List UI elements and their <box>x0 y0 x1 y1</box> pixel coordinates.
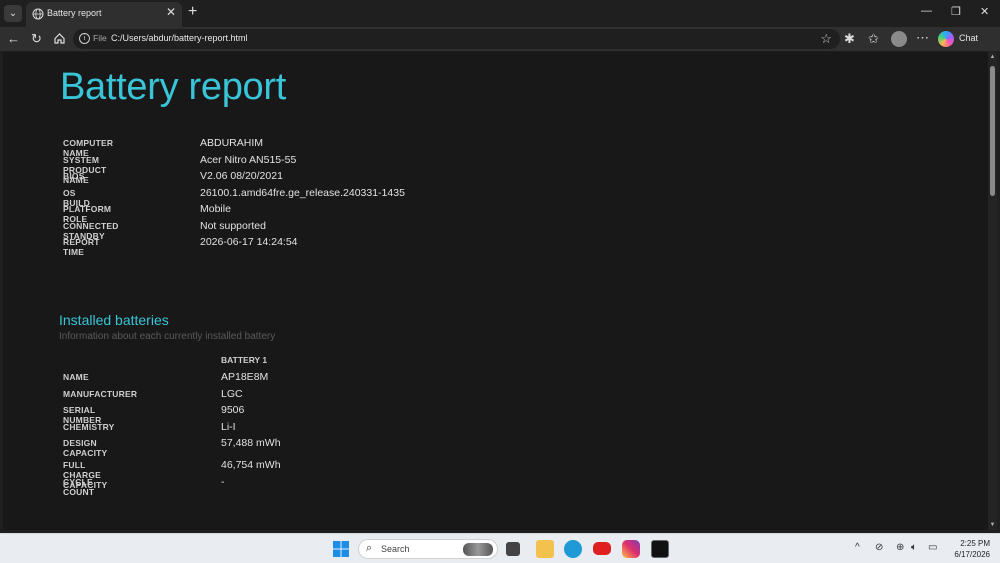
taskbar: ⌕ Search ^ ⊘ ⊕ 🔈︎ ▭ 2:25 PM 6/17/2026 <box>0 533 1000 563</box>
windows-start-icon[interactable] <box>332 540 350 558</box>
address-scheme-label: File <box>93 33 107 43</box>
search-placeholder: Search <box>381 544 410 554</box>
new-tab-icon[interactable]: + <box>188 3 197 21</box>
installed-batteries-heading: Installed batteries <box>59 312 169 328</box>
battery-info-value: Li-I <box>221 420 236 433</box>
system-info-value: Acer Nitro AN515-55 <box>200 153 297 166</box>
copilot-icon <box>938 31 954 47</box>
task-view-icon[interactable] <box>506 542 520 556</box>
system-info-value: 26100.1.amd64fre.ge_release.240331-1435 <box>200 186 405 199</box>
system-info-value: V2.06 08/20/2021 <box>200 170 283 182</box>
extensions-icon[interactable]: ✱ <box>844 31 855 47</box>
scroll-down-icon[interactable]: ▼ <box>988 522 997 528</box>
battery-info-value: 9506 <box>221 404 245 416</box>
system-info-value: Mobile <box>200 203 231 215</box>
battery-info-value: AP18E8M <box>221 371 269 383</box>
tab-battery-report[interactable]: Battery report ✕ <box>26 2 182 27</box>
profile-avatar[interactable] <box>891 31 907 47</box>
volume-icon[interactable]: 🔈︎ <box>911 542 917 553</box>
refresh-icon[interactable]: ↻ <box>31 31 42 47</box>
language-globe-icon[interactable]: ⊕ <box>896 542 904 553</box>
battery-info-value: LGC <box>221 387 243 400</box>
youtube-icon[interactable] <box>593 542 611 555</box>
tab-actions-menu-icon[interactable]: ⌄ <box>4 5 22 22</box>
more-menu-icon[interactable]: ⋯ <box>916 30 929 46</box>
edge-icon[interactable] <box>564 540 582 558</box>
globe-icon <box>32 8 44 20</box>
chat-label: Chat <box>959 33 979 43</box>
show-hidden-icons-icon[interactable]: ^ <box>855 542 860 553</box>
scroll-thumb[interactable] <box>990 66 995 196</box>
clock-time: 2:25 PM <box>960 539 990 548</box>
page-title: Battery report <box>60 66 287 108</box>
terminal-icon[interactable] <box>651 540 669 558</box>
scroll-up-icon[interactable]: ▲ <box>988 54 997 60</box>
url-text[interactable]: C:/Users/abdur/battery-report.html <box>111 33 248 43</box>
close-tab-icon[interactable]: ✕ <box>166 5 176 19</box>
battery-info-label: CYCLE COUNT <box>63 476 95 497</box>
system-info-value: ABDURAHIM <box>200 137 264 149</box>
battery-info-label: NAME <box>63 372 89 382</box>
instagram-icon[interactable] <box>622 540 640 558</box>
close-window-icon[interactable]: ✕ <box>980 5 989 18</box>
system-info-value: Not supported <box>200 219 266 232</box>
taskbar-clock[interactable]: 2:25 PM 6/17/2026 <box>950 538 990 560</box>
installed-batteries-subtitle: Information about each currently install… <box>59 331 276 342</box>
tab-title: Battery report <box>47 8 102 18</box>
back-icon[interactable]: ← <box>7 31 20 47</box>
battery-info-value: 46,754 mWh <box>221 459 281 471</box>
file-explorer-icon[interactable] <box>536 540 554 558</box>
address-bar[interactable]: i File C:/Users/abdur/battery-report.htm… <box>73 29 840 49</box>
minimize-icon[interactable]: — <box>921 5 932 17</box>
favorite-star-icon[interactable]: ☆ <box>820 31 832 47</box>
taskbar-search[interactable]: ⌕ Search <box>358 539 498 559</box>
tab-bar: ⌄ Battery report ✕ + — ❐ ✕ <box>0 0 1000 27</box>
home-icon[interactable] <box>53 32 66 45</box>
browser-toolbar: ← ↻ i File C:/Users/abdur/battery-report… <box>0 27 1000 51</box>
network-status-icon[interactable]: ⊘ <box>875 542 883 553</box>
search-highlight-image <box>463 543 493 556</box>
battery-info-value: 57,488 mWh <box>221 437 281 449</box>
clock-date: 6/17/2026 <box>954 550 990 559</box>
battery-icon[interactable]: ▭ <box>928 542 937 553</box>
favorites-icon[interactable]: ✩ <box>868 31 879 47</box>
battery-info-label: CHEMISTRY <box>63 421 115 432</box>
battery-info-value: - <box>221 475 225 488</box>
page-content: Battery report COMPUTER NAME ABDURAHIM SYS… <box>3 52 988 530</box>
battery-column-header: BATTERY 1 <box>221 355 268 365</box>
restore-icon[interactable]: ❐ <box>951 5 961 18</box>
battery-info-label: MANUFACTURER <box>63 388 138 399</box>
system-info-label: REPORT TIME <box>63 237 100 257</box>
system-info-value: 2026-06-17 14:24:54 <box>200 236 298 248</box>
page-scrollbar[interactable]: ▲ ▼ <box>988 52 997 530</box>
site-info-icon[interactable]: i <box>79 33 90 44</box>
system-info-label: BIOS <box>63 171 85 181</box>
battery-info-label: DESIGN CAPACITY <box>63 438 108 458</box>
search-icon: ⌕ <box>366 542 373 554</box>
